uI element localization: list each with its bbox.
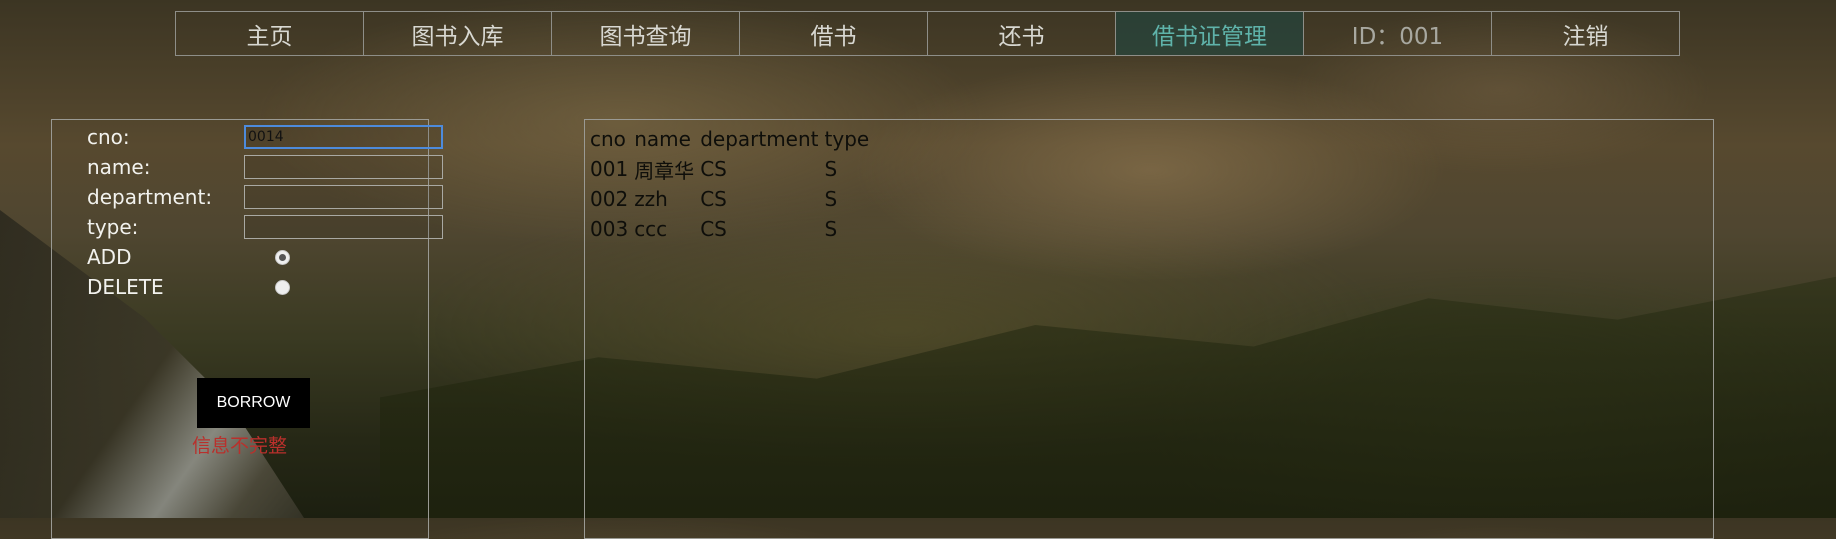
add-option-row: ADD [87,244,417,270]
card-list-panel: cno name department type 001 周章华 CS S 00… [584,119,1714,539]
nav-borrow-book[interactable]: 借书 [740,12,928,55]
cell-type: S [824,217,838,241]
cell-name: ccc [634,217,668,241]
type-label: type: [87,215,139,239]
borrow-button[interactable]: BORROW [197,378,310,428]
cell-department: CS [700,217,727,241]
cno-input[interactable] [244,125,443,149]
add-option-label: ADD [87,245,132,269]
table-row: 002 zzh CS S [587,184,872,214]
cno-row: cno: [87,124,443,150]
column-header-department: department [700,127,819,151]
error-message: 信息不完整 [192,435,288,457]
type-row: type: [87,214,443,240]
cno-label: cno: [87,125,130,149]
delete-radio[interactable] [275,280,290,295]
column-header-name: name [634,127,691,151]
nav-home[interactable]: 主页 [176,12,364,55]
add-radio[interactable] [275,250,290,265]
cell-department: CS [700,157,727,181]
type-input[interactable] [244,215,443,239]
department-input[interactable] [244,185,443,209]
nav-book-storage[interactable]: 图书入库 [364,12,552,55]
cell-cno: 003 [590,217,629,241]
name-input[interactable] [244,155,443,179]
delete-option-row: DELETE [87,274,417,300]
department-label: department: [87,185,213,209]
column-header-type: type [824,127,870,151]
cell-name: 周章华 [634,158,695,183]
nav-library-card-management[interactable]: 借书证管理 [1116,12,1304,55]
cell-type: S [824,187,838,211]
name-row: name: [87,154,443,180]
table-row: 003 ccc CS S [587,214,872,244]
nav-return-book[interactable]: 还书 [928,12,1116,55]
table-row: 001 周章华 CS S [587,154,872,184]
table-header-row: cno name department type [587,124,872,154]
nav-logout[interactable]: 注销 [1492,12,1679,55]
cell-department: CS [700,187,727,211]
delete-option-label: DELETE [87,275,164,299]
cell-cno: 002 [590,187,629,211]
name-label: name: [87,155,151,179]
nav-user-id: ID：001 [1304,12,1492,55]
cell-type: S [824,157,838,181]
cell-cno: 001 [590,157,629,181]
card-table: cno name department type 001 周章华 CS S 00… [587,124,872,244]
column-header-cno: cno [590,127,626,151]
nav-book-search[interactable]: 图书查询 [552,12,740,55]
department-row: department: [87,184,443,210]
card-form-panel: cno: name: department: type: ADD DELETE … [51,119,443,539]
top-navigation: 主页 图书入库 图书查询 借书 还书 借书证管理 ID：001 注销 [175,11,1680,56]
cell-name: zzh [634,187,668,211]
